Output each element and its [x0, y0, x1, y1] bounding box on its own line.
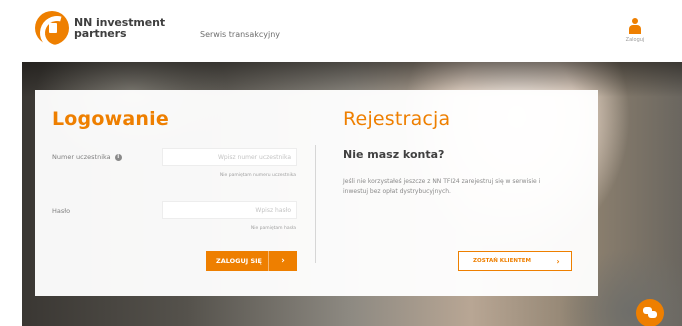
user-login-link[interactable]: Zaloguj: [615, 18, 655, 43]
user-label: Zaloguj: [625, 37, 645, 43]
info-icon[interactable]: i: [114, 153, 122, 161]
nn-logo[interactable]: NN investment partners: [35, 11, 165, 45]
chevron-right-icon: ›: [556, 256, 560, 266]
forgot-participant-number-link[interactable]: Nie pamiętam numeru uczestnika: [220, 173, 296, 178]
participant-number-label: Numer uczestnika i: [52, 153, 122, 161]
user-icon: [629, 18, 641, 36]
logo-line-2: partners: [74, 27, 127, 40]
register-subtitle: Nie masz konta?: [343, 148, 445, 161]
password-label: Hasło: [52, 207, 71, 215]
top-header: NN investment partners Serwis transakcyj…: [0, 0, 682, 62]
participant-number-label-text: Numer uczestnika: [52, 153, 111, 161]
login-button-label: ZALOGUJ SIĘ: [215, 257, 262, 265]
chat-icon[interactable]: [636, 299, 664, 326]
register-description: Jeśli nie korzystałeś jeszcze z NN TFI24…: [343, 178, 541, 195]
become-client-button[interactable]: ZOSTAŃ KLIENTEM ›: [458, 251, 572, 271]
nn-logo-icon: [35, 11, 69, 45]
participant-number-input[interactable]: [162, 148, 297, 166]
chevron-right-icon: ›: [281, 256, 285, 266]
service-link[interactable]: Serwis transakcyjny: [200, 30, 280, 39]
register-title: Rejestracja: [343, 108, 451, 130]
login-title: Logowanie: [52, 108, 169, 130]
forgot-password-link[interactable]: Nie pamiętam hasła: [251, 226, 296, 231]
logo-text: NN investment partners: [74, 17, 165, 39]
become-client-button-label: ZOSTAŃ KLIENTEM: [473, 258, 531, 264]
panel-divider: [315, 145, 316, 263]
login-button[interactable]: ZALOGUJ SIĘ ›: [206, 251, 297, 271]
password-input[interactable]: [162, 201, 297, 219]
